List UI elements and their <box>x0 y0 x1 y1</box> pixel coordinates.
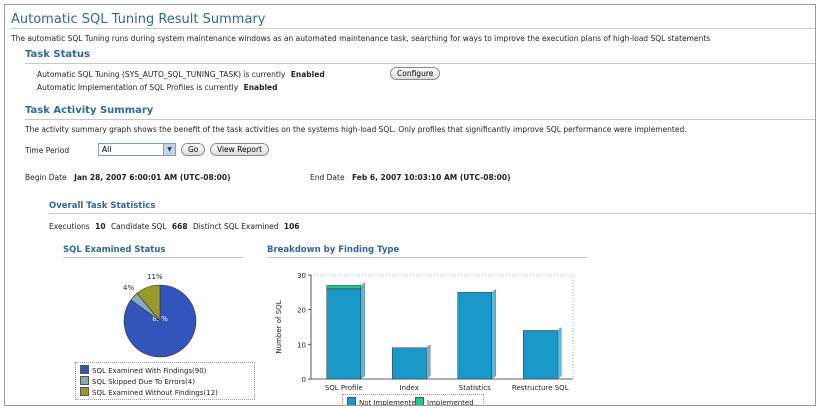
activity-heading: Task Activity Summary <box>25 105 154 116</box>
legend-swatch <box>347 397 356 405</box>
pie-legend-item: SQL Examined Without Findings(12) <box>80 387 218 397</box>
time-period-value: All <box>102 145 112 154</box>
page-title: Automatic SQL Tuning Result Summary <box>11 12 266 27</box>
auto-implementation-status-value: Enabled <box>243 83 278 92</box>
x-tick-label: Restructure SQL <box>512 384 569 392</box>
candidate-sql-value: 668 <box>171 222 188 231</box>
title-divider <box>11 28 815 29</box>
executions-label: Executions <box>49 222 90 231</box>
time-period-select[interactable]: All ▼ <box>98 143 176 156</box>
pie-slice-label-1: 4% <box>123 284 134 292</box>
page-description: The automatic SQL Tuning runs during sys… <box>11 34 711 43</box>
y-tick-label: 10 <box>297 341 306 349</box>
bar-implemented-0[interactable] <box>326 285 361 290</box>
bar-legend-item: Not Implemented <box>347 397 421 406</box>
chevron-down-icon[interactable]: ▼ <box>163 144 175 155</box>
bar-chart-legend: Not Implemented Implemented <box>342 394 484 406</box>
distinct-sql-value: 106 <box>283 222 300 231</box>
bar-legend-item: Implemented <box>415 397 474 406</box>
bar-chart-divider <box>267 257 587 258</box>
legend-label: SQL Skipped Due To Errors(4) <box>92 378 195 386</box>
distinct-sql-label: Distinct SQL Examined <box>192 222 279 231</box>
auto-implementation-status-line: Automatic Implementation of SQL Profiles… <box>37 83 278 92</box>
legend-label: Not Implemented <box>359 399 421 406</box>
bar-chart-heading: Breakdown by Finding Type <box>267 245 400 255</box>
y-tick-label: 20 <box>297 307 306 315</box>
begin-date-value: Jan 28, 2007 6:00:01 AM (UTC-08:00) <box>74 173 231 182</box>
begin-date: Begin Date Jan 28, 2007 6:00:01 AM (UTC-… <box>25 173 231 182</box>
overall-stats-heading: Overall Task Statistics <box>49 201 156 211</box>
legend-swatch <box>80 376 89 385</box>
go-button[interactable]: Go <box>181 143 206 156</box>
auto-tuning-status-text: Automatic SQL Tuning (SYS_AUTO_SQL_TUNIN… <box>37 70 286 79</box>
bar-side-0-0 <box>360 285 365 380</box>
x-tick-label: SQL Profile <box>325 384 363 392</box>
y-tick-label: 30 <box>297 272 306 280</box>
activity-description: The activity summary graph shows the ben… <box>25 125 687 134</box>
bar-not-implemented-0[interactable] <box>326 288 361 380</box>
pie-legend-item: SQL Examined With Findings(90) <box>80 365 206 375</box>
pie-chart-divider <box>63 257 243 258</box>
pie-slice-label-2: 11% <box>147 273 163 281</box>
configure-button[interactable]: Configure <box>390 67 441 80</box>
pie-chart: 85%4%11% <box>123 273 197 358</box>
overall-stats-values: Executions 10 Candidate SQL 668 Distinct… <box>49 222 300 231</box>
end-date: End Date Feb 6, 2007 10:03:10 AM (UTC-08… <box>310 173 511 182</box>
executions-value: 10 <box>95 222 106 231</box>
legend-swatch <box>80 387 89 396</box>
bar-not-implemented-3[interactable] <box>523 330 558 380</box>
auto-tuning-status-value: Enabled <box>290 70 325 79</box>
bar-chart: 0 10 20 30 Number of SQL SQL Profile Index Stat… <box>275 272 574 392</box>
x-tick-label: Index <box>400 384 419 392</box>
end-date-label: End Date <box>310 173 345 182</box>
candidate-sql-label: Candidate SQL <box>110 222 167 231</box>
task-status-divider <box>25 63 815 64</box>
time-period-label: Time Period <box>25 146 70 155</box>
bar-not-implemented-1[interactable] <box>392 347 427 380</box>
pie-chart-heading: SQL Examined Status <box>63 245 166 255</box>
pie-chart-legend: SQL Examined With Findings(90) SQL Skippe… <box>75 362 255 400</box>
y-axis-label: Number of SQL <box>275 300 283 353</box>
bar-not-implemented-2[interactable] <box>457 292 492 380</box>
legend-label: Implemented <box>427 399 474 406</box>
pie-legend-item: SQL Skipped Due To Errors(4) <box>80 376 195 386</box>
page-frame: Automatic SQL Tuning Result Summary The … <box>4 4 816 406</box>
legend-swatch <box>415 397 424 405</box>
overall-stats-divider <box>49 213 815 214</box>
y-tick-label: 0 <box>302 376 306 384</box>
activity-divider <box>25 119 815 120</box>
bar-side-1-0 <box>426 344 431 380</box>
legend-swatch <box>80 365 89 374</box>
x-tick-label: Statistics <box>459 384 491 392</box>
legend-label: SQL Examined Without Findings(12) <box>92 389 218 397</box>
auto-implementation-status-text: Automatic Implementation of SQL Profiles… <box>37 83 239 92</box>
bar-side-2-0 <box>491 288 496 380</box>
auto-tuning-status-line: Automatic SQL Tuning (SYS_AUTO_SQL_TUNIN… <box>37 70 325 79</box>
legend-label: SQL Examined With Findings(90) <box>92 367 207 375</box>
task-status-heading: Task Status <box>25 49 90 60</box>
end-date-value: Feb 6, 2007 10:03:10 AM (UTC-08:00) <box>351 173 511 182</box>
view-report-button[interactable]: View Report <box>210 143 270 156</box>
begin-date-label: Begin Date <box>25 173 67 182</box>
bar-side-3-0 <box>557 327 562 380</box>
